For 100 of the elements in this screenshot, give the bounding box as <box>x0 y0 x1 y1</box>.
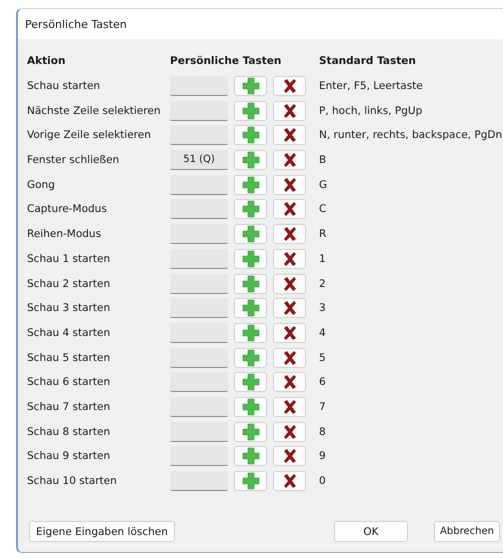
remove-button[interactable] <box>273 150 306 170</box>
action-label: Schau 4 starten <box>27 326 112 339</box>
add-button[interactable] <box>234 100 267 121</box>
cross-icon <box>282 250 298 267</box>
remove-button[interactable] <box>273 100 306 121</box>
plus-icon <box>242 472 260 490</box>
ok-button[interactable]: OK <box>334 521 408 542</box>
column-header: Persönliche Tasten <box>170 55 282 68</box>
action-label: Schau 1 starten <box>27 252 112 265</box>
key-field[interactable] <box>170 125 228 146</box>
add-button[interactable] <box>234 224 267 244</box>
key-field[interactable] <box>170 199 228 220</box>
key-field[interactable] <box>170 174 228 195</box>
key-field[interactable] <box>170 224 228 244</box>
key-field[interactable] <box>170 348 228 368</box>
cross-icon <box>282 448 298 464</box>
key-field[interactable] <box>170 100 228 121</box>
add-button[interactable] <box>234 396 267 417</box>
add-button[interactable] <box>234 446 267 466</box>
plus-icon <box>242 225 260 244</box>
remove-button[interactable] <box>273 322 306 343</box>
add-button[interactable] <box>234 174 267 195</box>
action-label: Gong <box>27 178 56 191</box>
clear-button[interactable]: Eigene Eingaben löschen <box>29 521 175 542</box>
add-button[interactable] <box>234 76 267 96</box>
column-header: Standard Tasten <box>319 55 417 68</box>
plus-icon <box>242 151 260 170</box>
remove-button[interactable] <box>273 446 306 466</box>
window-title: Persönliche Tasten <box>25 18 127 30</box>
key-field[interactable] <box>170 248 228 269</box>
add-button[interactable] <box>234 274 267 294</box>
action-label: Capture-Modus <box>27 203 108 216</box>
cross-icon <box>282 374 298 390</box>
cross-icon <box>282 78 298 94</box>
remove-button[interactable] <box>273 125 306 146</box>
plus-icon <box>242 126 260 144</box>
remove-button[interactable] <box>273 248 306 269</box>
key-field[interactable] <box>170 76 228 96</box>
key-field[interactable] <box>170 372 228 392</box>
cross-icon <box>282 102 298 119</box>
standard-keys: G <box>319 178 503 191</box>
plus-icon <box>242 324 260 342</box>
plus-icon <box>242 398 260 416</box>
remove-button[interactable] <box>273 298 306 318</box>
key-field[interactable] <box>170 274 228 294</box>
key-field[interactable] <box>170 446 228 466</box>
cross-icon <box>282 276 298 292</box>
cross-icon <box>282 176 298 193</box>
remove-button[interactable] <box>273 274 306 294</box>
plus-icon <box>242 102 260 120</box>
cross-icon <box>282 324 298 341</box>
key-field[interactable]: 51 (Q) <box>170 150 228 170</box>
standard-keys: 4 <box>319 326 503 339</box>
action-label: Schau 10 starten <box>27 475 118 488</box>
add-button[interactable] <box>234 348 267 368</box>
add-button[interactable] <box>234 322 267 343</box>
key-field[interactable] <box>170 298 228 318</box>
remove-button[interactable] <box>273 372 306 392</box>
cross-icon <box>282 226 298 242</box>
remove-button[interactable] <box>273 76 306 96</box>
action-label: Fenster schließen <box>27 154 120 166</box>
add-button[interactable] <box>234 199 267 220</box>
cross-icon <box>282 398 298 415</box>
standard-keys: N, runter, rechts, backspace, PgDn <box>319 129 503 142</box>
action-label: Schau 8 starten <box>27 426 112 438</box>
add-button[interactable] <box>234 150 267 170</box>
cancel-button[interactable]: Abbrechen <box>434 521 500 542</box>
standard-keys: 0 <box>319 475 503 488</box>
key-field[interactable] <box>170 396 228 417</box>
add-button[interactable] <box>234 248 267 269</box>
plus-icon <box>242 299 260 318</box>
add-button[interactable] <box>234 422 267 442</box>
plus-icon <box>242 200 260 218</box>
cross-icon <box>282 350 298 366</box>
key-field[interactable] <box>170 471 228 492</box>
standard-keys: 5 <box>319 352 503 364</box>
remove-button[interactable] <box>273 396 306 417</box>
remove-button[interactable] <box>273 471 306 492</box>
cross-icon <box>282 127 298 144</box>
add-button[interactable] <box>234 298 267 318</box>
add-button[interactable] <box>234 372 267 392</box>
plus-icon <box>242 77 260 96</box>
plus-icon <box>242 250 260 268</box>
cross-icon <box>282 473 298 490</box>
remove-button[interactable] <box>273 348 306 368</box>
standard-keys: 3 <box>319 302 503 314</box>
remove-button[interactable] <box>273 224 306 244</box>
remove-button[interactable] <box>273 422 306 442</box>
action-label: Schau 7 starten <box>27 400 112 413</box>
standard-keys: 1 <box>319 252 503 265</box>
action-label: Reihen-Modus <box>27 228 102 240</box>
key-field[interactable] <box>170 322 228 343</box>
key-field[interactable] <box>170 422 228 442</box>
add-button[interactable] <box>234 125 267 146</box>
remove-button[interactable] <box>273 199 306 220</box>
add-button[interactable] <box>234 471 267 492</box>
plus-icon <box>242 447 260 466</box>
plus-icon <box>242 176 260 194</box>
remove-button[interactable] <box>273 174 306 195</box>
standard-keys: 6 <box>319 376 503 388</box>
